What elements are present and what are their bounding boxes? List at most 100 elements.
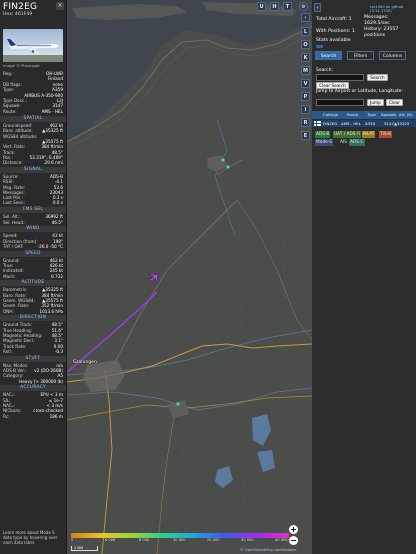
photo-credit: Image © Planespot [3, 63, 40, 68]
section-header: FMS SEL [0, 207, 66, 214]
field-label: Roll: [3, 348, 13, 354]
messages-rate: Messages: 1629.5/sec [364, 15, 390, 26]
field-label: DB flags: [3, 81, 22, 87]
row-type: A359 [365, 121, 376, 126]
section-header: STUFF [0, 355, 66, 362]
history-count: History: 23557 positions [364, 27, 399, 38]
map-toggle-r-button[interactable]: R [301, 118, 310, 127]
map-toggle-t-button[interactable]: T [283, 2, 292, 11]
aircraft-photo[interactable] [3, 29, 63, 62]
tab-search[interactable]: Search [315, 51, 342, 60]
github-link[interactable]: tar1090 on github (3.14.1702) [370, 5, 416, 13]
tab-filters[interactable]: Filters [347, 51, 374, 60]
map-toggle-e-button[interactable]: E [301, 131, 310, 140]
legend-label: 20 000 [207, 538, 220, 542]
field-value: AIRBUS A-350-900 [24, 92, 63, 98]
table-row[interactable]: FIN2EG AMS - HEL A359 3147 ▲35325 [312, 120, 416, 127]
source-badge: ADS-C [349, 139, 365, 146]
section-header: ALTITUDE [0, 280, 66, 287]
section-header: DIRECTION [0, 315, 66, 322]
expand-right-button[interactable]: › [301, 13, 310, 22]
source-badge: ADS-B [315, 131, 331, 138]
field-label: Distance: [3, 160, 23, 166]
attribution-suffix: contributors. [272, 548, 297, 552]
search-input[interactable] [316, 74, 364, 81]
footer-note: Learn more about Mode S data type by hov… [3, 530, 64, 546]
map-toggle-o-button[interactable]: O [301, 40, 310, 49]
row-alt: ▲35325 [394, 121, 410, 126]
info-row: Squawk: 3147 [3, 103, 63, 108]
field-value: 0.732 [51, 273, 63, 279]
flag-icon [314, 121, 321, 126]
jump-input[interactable] [316, 99, 364, 106]
map-scale: 2 NM [71, 546, 98, 551]
map-toggle-h-button[interactable]: H [270, 2, 279, 11]
map-toggle-l-button[interactable]: L [301, 27, 310, 36]
source-badge: TIS-B [379, 131, 392, 138]
jump-label: Jump to Airport or Latitude, Longitude: [316, 89, 403, 94]
field-value: A359 [52, 87, 63, 93]
field-value: 3147 [52, 103, 63, 109]
map-toggle-k-button[interactable]: K [301, 53, 310, 62]
col-callsign[interactable]: Callsign [323, 111, 338, 119]
section-header: SPEED [0, 250, 66, 257]
field-label: Last Seen: [3, 200, 25, 206]
map-toggle-p-button[interactable]: P [301, 92, 310, 101]
section-row: TAT / OAT: -26.0 -50 °C [3, 244, 63, 249]
info-row: Type Desc.: L2J [3, 98, 63, 103]
source-badge: AIS [339, 139, 348, 146]
clear-jump-button[interactable]: Clear [386, 99, 403, 106]
section-header: SPATIAL [0, 116, 66, 122]
map-canvas[interactable] [67, 0, 312, 554]
map-view[interactable]: Groningen U H T ⚙ › LOKMVPIRE + − 06 000 8 00… [67, 0, 312, 554]
field-value: AMS - HEL [41, 108, 63, 114]
close-icon[interactable]: × [56, 2, 64, 10]
hex-code: Hex: 461F49 [3, 12, 33, 17]
section-row: Distance: 29.6 nmi [3, 160, 63, 165]
map-toggle-u-button[interactable]: U [257, 2, 266, 11]
footer-note-text: Learn more about Mode S data type by hov… [3, 530, 58, 545]
info-row: Finland [3, 76, 63, 81]
info-row: AIRBUS A-350-900 [3, 93, 63, 98]
row-squawk: 3147 [384, 121, 394, 126]
search-label: Search: [316, 68, 333, 73]
col-squawk[interactable]: Squawk [381, 111, 396, 119]
osm-link[interactable]: OpenStreetMap [245, 548, 273, 552]
field-label: QNH: [3, 308, 14, 314]
map-toggle-m-button[interactable]: M [301, 66, 310, 75]
field-label: Mach: [3, 273, 16, 279]
zoom-in-button[interactable]: + [289, 525, 298, 534]
stats-toggle-button[interactable] [316, 45, 323, 48]
map-toggle-i-button[interactable]: I [301, 105, 310, 114]
info-row: DB flags: none [3, 82, 63, 87]
section-row: Heavy (> 300000 lb) [3, 379, 63, 384]
clear-search-button[interactable]: Clear Search [316, 82, 349, 89]
info-row: Type: A359 [3, 87, 63, 92]
jump-button[interactable]: Jump [367, 99, 384, 106]
legend-label: 8 000 [139, 538, 150, 542]
gear-icon[interactable]: ⚙ [299, 2, 308, 11]
airplane-photo-icon [3, 39, 63, 62]
row-route: AMS - HEL [341, 121, 361, 126]
search-button[interactable]: Search [367, 74, 388, 81]
source-badge: UAT / ADS-R [333, 131, 362, 138]
collapse-left-button[interactable]: ‹ [314, 3, 321, 12]
stats-available[interactable]: Stats available [316, 38, 351, 44]
aircraft-table-header: Callsign Route Type Squawk Alt. (ft) [312, 111, 416, 119]
field-label: Route: [3, 108, 17, 114]
field-label: Rc: [3, 413, 10, 419]
field-value: Heavy (> 300000 lb) [19, 378, 63, 384]
section-header: ACCURACY [0, 385, 66, 392]
col-route[interactable]: Route [347, 111, 358, 119]
legend-label: 0 [71, 538, 74, 542]
field-value: -0.3 [54, 348, 63, 354]
section-row: Rc: 186 m [3, 414, 63, 419]
legend-label: 40 000+ [275, 538, 291, 542]
col-alt[interactable]: Alt. (ft) [399, 111, 413, 119]
section-header: SIGNAL [0, 166, 66, 173]
col-type[interactable]: Type [367, 111, 376, 119]
map-toggle-v-button[interactable]: V [301, 79, 310, 88]
tab-columns[interactable]: Columns [379, 51, 406, 60]
field-label: TAT / OAT: [3, 243, 24, 249]
field-value: 29.6 nmi [44, 160, 63, 166]
